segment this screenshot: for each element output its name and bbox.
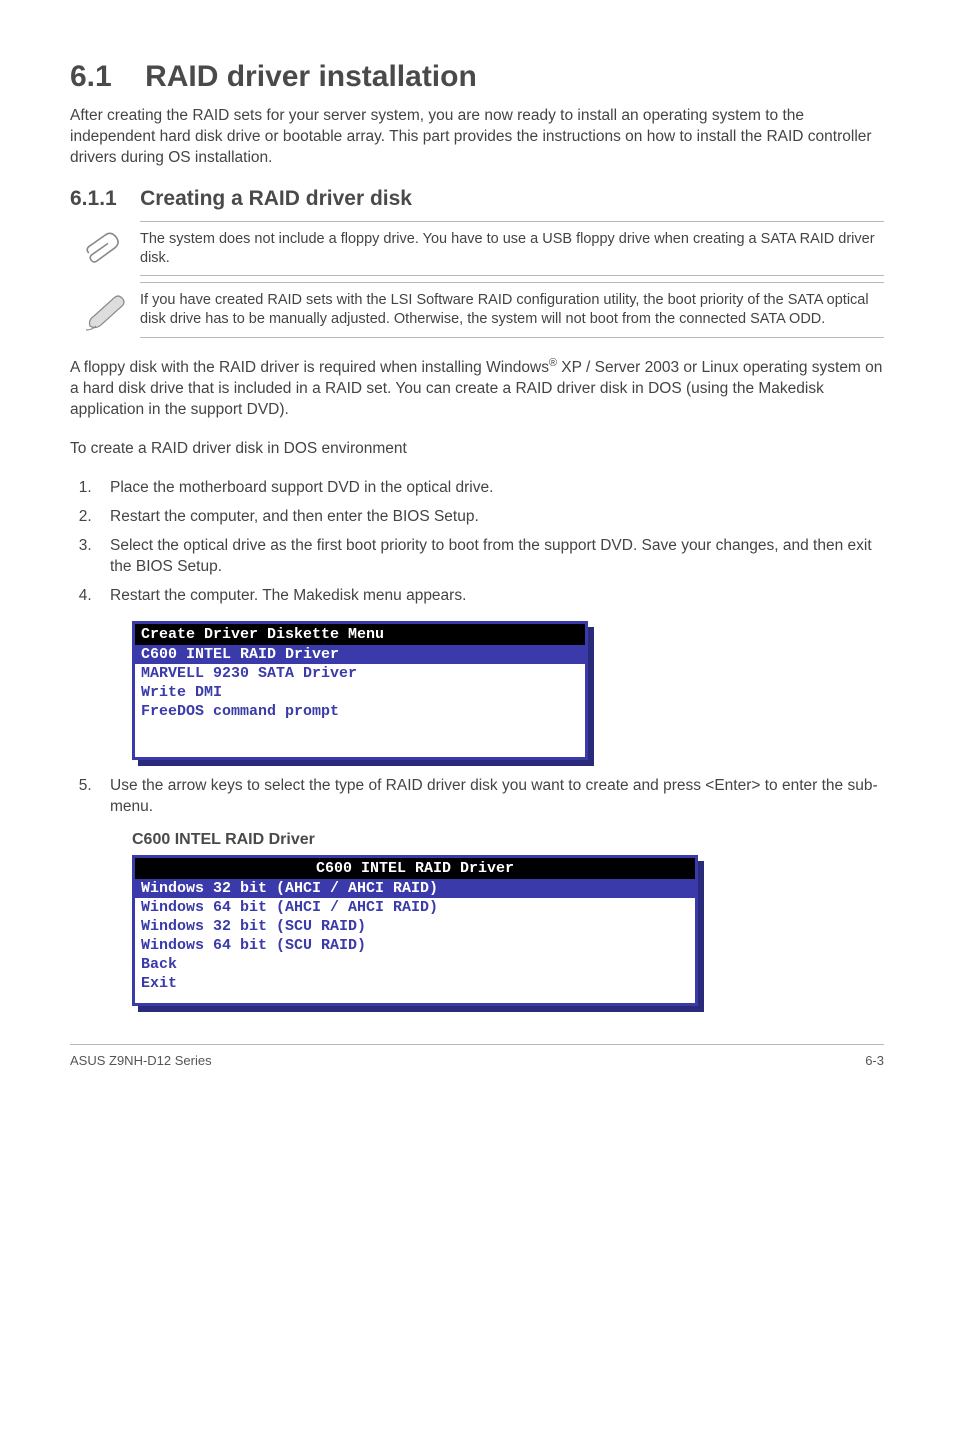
note-text-1: The system does not include a floppy dri… xyxy=(140,221,884,277)
menu2-option-4: Back xyxy=(135,955,695,974)
step-3: Select the optical drive as the first bo… xyxy=(96,536,884,578)
menu2-option-2: Windows 32 bit (SCU RAID) xyxy=(135,917,695,936)
menu1-option-3: FreeDOS command prompt xyxy=(135,702,585,721)
menu2-header: C600 INTEL RAID Driver xyxy=(135,858,695,879)
note-text-2: If you have created RAID sets with the L… xyxy=(140,282,884,338)
para2-pre: A floppy disk with the RAID driver is re… xyxy=(70,359,549,376)
driver-heading: C600 INTEL RAID Driver xyxy=(132,831,884,849)
intro-paragraph: After creating the RAID sets for your se… xyxy=(70,106,884,169)
subsection-number: 6.1.1 xyxy=(70,187,117,210)
menu1-selected: C600 INTEL RAID Driver xyxy=(135,645,585,664)
subsection-heading: 6.1.1 Creating a RAID driver disk xyxy=(70,187,884,211)
paragraph-dos-intro: To create a RAID driver disk in DOS envi… xyxy=(70,439,884,460)
note-icon-paperclip xyxy=(70,221,140,269)
step-1: Place the motherboard support DVD in the… xyxy=(96,478,884,499)
section-number: 6.1 xyxy=(70,60,112,93)
menu2-selected: Windows 32 bit (AHCI / AHCI RAID) xyxy=(135,879,695,898)
menu2-option-3: Windows 64 bit (SCU RAID) xyxy=(135,936,695,955)
driver-menu: C600 INTEL RAID Driver Windows 32 bit (A… xyxy=(132,855,698,1006)
registered-mark: ® xyxy=(549,357,557,369)
steps-list: Place the motherboard support DVD in the… xyxy=(70,478,884,607)
menu1-option-1: MARVELL 9230 SATA Driver xyxy=(135,664,585,683)
note-block-2: If you have created RAID sets with the L… xyxy=(70,282,884,338)
footer-product: ASUS Z9NH-D12 Series xyxy=(70,1053,212,1068)
menu1-option-2: Write DMI xyxy=(135,683,585,702)
steps-list-cont: Use the arrow keys to select the type of… xyxy=(70,776,884,818)
footer-page-number: 6-3 xyxy=(865,1053,884,1068)
paragraph-floppy: A floppy disk with the RAID driver is re… xyxy=(70,356,884,421)
menu2-option-5: Exit xyxy=(135,974,695,993)
step-2: Restart the computer, and then enter the… xyxy=(96,507,884,528)
menu2-option-1: Windows 64 bit (AHCI / AHCI RAID) xyxy=(135,898,695,917)
makedisk-menu: Create Driver Diskette Menu C600 INTEL R… xyxy=(132,621,588,760)
page-footer: ASUS Z9NH-D12 Series 6-3 xyxy=(70,1044,884,1068)
note-block-1: The system does not include a floppy dri… xyxy=(70,221,884,277)
section-heading: 6.1 RAID driver installation xyxy=(70,60,884,94)
subsection-title-text: Creating a RAID driver disk xyxy=(140,187,412,210)
step-5: Use the arrow keys to select the type of… xyxy=(96,776,884,818)
note-icon-pen xyxy=(70,282,140,334)
step-4: Restart the computer. The Makedisk menu … xyxy=(96,586,884,607)
menu1-header: Create Driver Diskette Menu xyxy=(135,624,585,645)
section-title-text: RAID driver installation xyxy=(145,60,477,93)
